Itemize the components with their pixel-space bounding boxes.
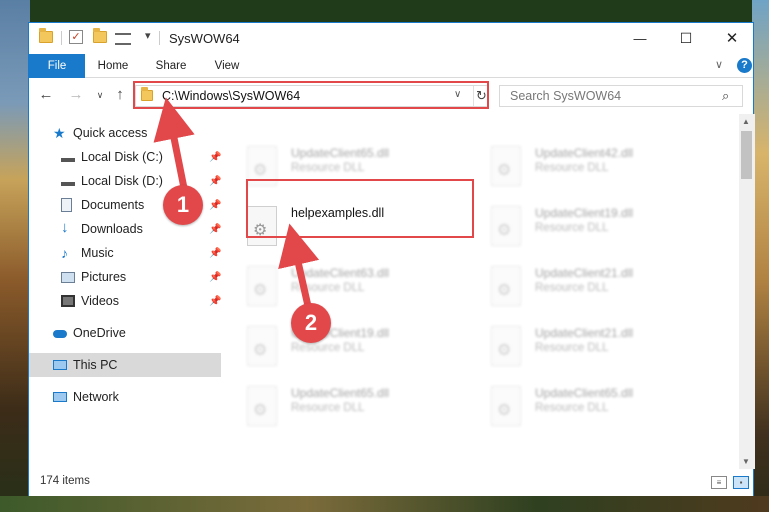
- annotation-arrows: [153, 97, 320, 307]
- step-1-callout: 1: [163, 185, 203, 225]
- arrow-to-file: [278, 223, 320, 307]
- step-2-callout: 2: [291, 303, 331, 343]
- arrow-to-address-bar: [153, 97, 195, 189]
